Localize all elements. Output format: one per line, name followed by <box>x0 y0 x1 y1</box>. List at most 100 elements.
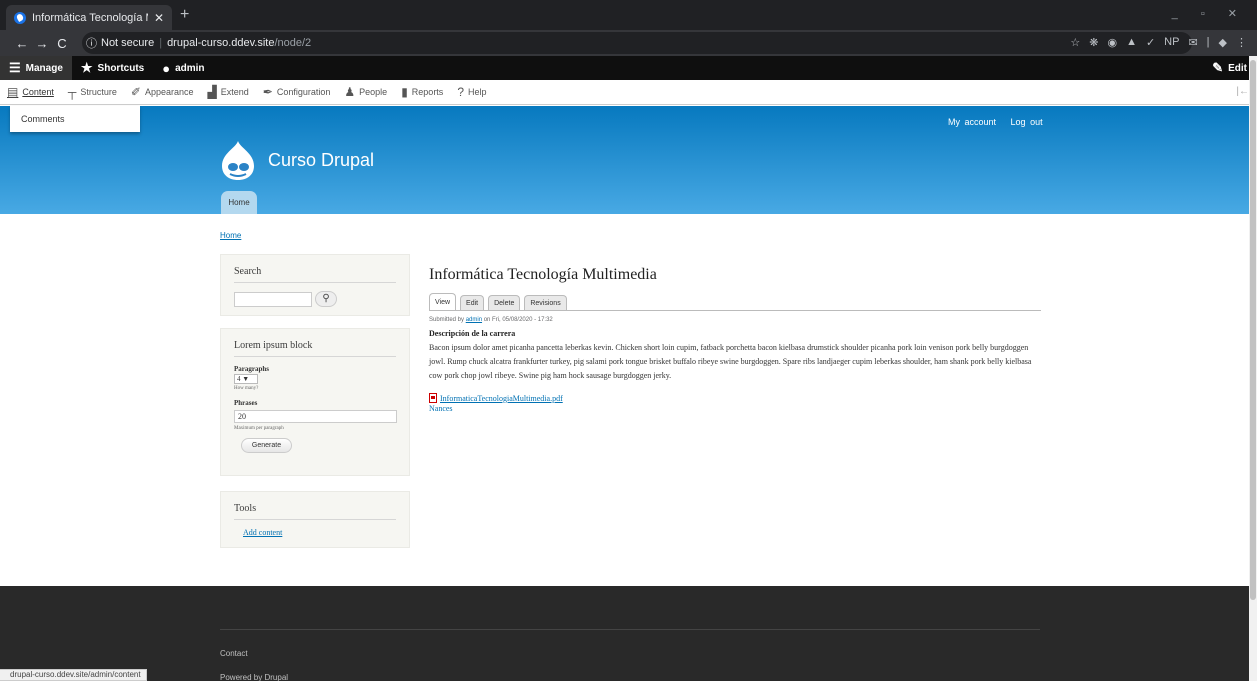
forward-button[interactable]: → <box>32 36 52 51</box>
url-host: drupal-curso.ddev.site <box>167 37 275 49</box>
extension-icon[interactable]: ❋ <box>1089 36 1098 49</box>
search-icon[interactable]: ⚲ <box>315 291 337 307</box>
reports-icon: ▮ <box>401 85 408 99</box>
toolbar-shortcuts[interactable]: ★ Shortcuts <box>72 56 153 80</box>
submitted-prefix: Submitted by <box>429 317 465 323</box>
tab-edit[interactable]: Edit <box>460 295 485 310</box>
main-content: Informática Tecnología Multimedia View E… <box>429 266 1041 413</box>
file-attachment[interactable]: InformaticaTecnologiaMultimedia.pdf <box>429 393 1041 403</box>
phrases-label: Phrases <box>234 399 258 407</box>
tray-orientation-toggle[interactable]: |← <box>1236 86 1249 97</box>
extension-icon[interactable]: ✓ <box>1146 36 1155 49</box>
paragraphs-select[interactable]: 4 ▼ <box>234 374 258 384</box>
address-bar[interactable]: ⓘ Not secure | drupal-curso.ddev.site /n… <box>82 32 1192 54</box>
page-title: Informática Tecnología Multimedia <box>429 266 657 283</box>
breadcrumb[interactable]: Home <box>220 231 241 240</box>
menu-icon[interactable]: ⋮ <box>1236 36 1247 49</box>
author-link[interactable]: admin <box>466 317 482 323</box>
extension-icons: ☆ ❋ ◉ ▲ ✓ NP ✉ | ◆ ⋮ <box>1070 36 1247 49</box>
taxonomy-tag-link[interactable]: Nances <box>429 404 1041 413</box>
menu-icon: ☰ <box>9 60 21 75</box>
page-scrollbar[interactable] <box>1249 56 1257 681</box>
phrases-input[interactable]: 20 <box>234 410 397 423</box>
toolbar-divider: | <box>1206 36 1210 48</box>
tab-close-icon[interactable]: ✕ <box>154 11 164 25</box>
footer-divider <box>220 629 1040 630</box>
content-dropdown: Comments <box>10 106 140 132</box>
powered-by: Powered by Drupal <box>220 673 288 681</box>
tray-people[interactable]: ♟ People <box>337 80 394 105</box>
pencil-icon: ✎ <box>1212 60 1224 75</box>
tray-configuration[interactable]: ✒ Configuration <box>256 80 338 105</box>
tray-people-label: People <box>359 87 388 97</box>
browser-toolbar: ← → C ⓘ Not secure | drupal-curso.ddev.s… <box>0 30 1257 56</box>
lorem-block-title: Lorem ipsum block <box>234 340 396 357</box>
paragraphs-description: How many? <box>234 386 259 391</box>
tray-content[interactable]: ▤ Content <box>0 80 61 105</box>
tray-structure[interactable]: ┬ Structure <box>61 80 124 105</box>
dropdown-item-comments[interactable]: Comments <box>21 114 65 124</box>
new-tab-button[interactable]: + <box>180 6 189 24</box>
site-name[interactable]: Curso Drupal <box>268 150 374 171</box>
toolbar-user[interactable]: ● admin <box>153 56 213 80</box>
back-button[interactable]: ← <box>12 36 32 51</box>
scrollbar-thumb[interactable] <box>1250 60 1256 600</box>
tools-block: Tools Add content <box>220 491 410 548</box>
admin-tray: ▤ Content ┬ Structure ✐ Appearance ▟ Ext… <box>0 80 1257 105</box>
toolbar-edit[interactable]: ✎ Edit <box>1212 56 1247 80</box>
toolbar-edit-label: Edit <box>1228 62 1247 74</box>
extension-icon[interactable]: ▲ <box>1126 36 1137 49</box>
local-tasks: View Edit Delete Revisions <box>429 293 1041 311</box>
browser-tab[interactable]: Informática Tecnología Multim ✕ <box>6 5 172 30</box>
extension-icon[interactable]: ✉ <box>1188 36 1197 49</box>
my-account-link[interactable]: My account <box>948 117 996 127</box>
reload-button[interactable]: C <box>52 36 72 51</box>
tray-extend[interactable]: ▟ Extend <box>201 80 256 105</box>
extension-icon[interactable]: NP <box>1164 36 1179 49</box>
paragraphs-label: Paragraphs <box>234 365 269 373</box>
tray-appearance[interactable]: ✐ Appearance <box>124 80 201 105</box>
tray-appearance-label: Appearance <box>144 87 194 97</box>
help-icon: ? <box>457 85 464 99</box>
generate-button[interactable]: Generate <box>241 438 292 453</box>
link-status-bar: drupal-curso.ddev.site/admin/content <box>0 669 147 681</box>
tab-delete[interactable]: Delete <box>488 295 521 310</box>
drupal-logo-icon[interactable] <box>220 139 256 181</box>
bookmark-star-icon[interactable]: ☆ <box>1070 36 1080 49</box>
content-icon: ▤ <box>7 85 19 99</box>
tray-reports-label: Reports <box>411 87 444 97</box>
star-icon: ★ <box>80 60 93 75</box>
structure-icon: ┬ <box>67 85 77 99</box>
camera-icon[interactable]: ◉ <box>1107 36 1117 49</box>
tray-structure-label: Structure <box>80 87 117 97</box>
file-link[interactable]: InformaticaTecnologiaMultimedia.pdf <box>440 394 563 403</box>
add-content-link[interactable]: Add content <box>243 528 396 537</box>
tab-revisions[interactable]: Revisions <box>524 295 567 310</box>
tab-view[interactable]: View <box>429 293 457 310</box>
tray-help-label: Help <box>468 87 487 97</box>
tray-extend-label: Extend <box>220 87 249 97</box>
log-out-link[interactable]: Log out <box>1011 117 1043 127</box>
people-icon: ♟ <box>344 85 356 99</box>
lorem-ipsum-block: Lorem ipsum block Paragraphs 4 ▼ How man… <box>220 328 410 476</box>
window-controls[interactable]: _ ▫ ✕ <box>1172 7 1247 20</box>
tray-help[interactable]: ? Help <box>450 80 493 105</box>
submitted-date: on Fri, 05/08/2020 - 17:32 <box>483 317 553 323</box>
profile-icon[interactable]: ◆ <box>1219 36 1227 49</box>
drupal-link[interactable]: Drupal <box>264 673 288 681</box>
tab-title: Informática Tecnología Multim <box>32 11 148 24</box>
drupal-favicon-icon <box>14 11 26 24</box>
info-icon[interactable]: ⓘ <box>86 35 97 51</box>
phrases-description: Maximum per paragraph <box>234 426 284 431</box>
toolbar-shortcuts-label: Shortcuts <box>97 62 145 74</box>
site-header: My account Log out Curso Drupal Home <box>0 106 1249 214</box>
toolbar-manage-label: Manage <box>25 62 63 74</box>
toolbar-manage[interactable]: ☰ Manage <box>0 56 72 80</box>
search-input[interactable] <box>234 291 312 307</box>
url-path: /node/2 <box>274 37 312 49</box>
submitted-info: Submitted by admin on Fri, 05/08/2020 - … <box>429 317 1041 323</box>
wrench-icon: ✒ <box>262 85 273 99</box>
tray-reports[interactable]: ▮ Reports <box>394 80 450 105</box>
contact-link[interactable]: Contact <box>220 649 248 658</box>
main-menu-home-tab[interactable]: Home <box>221 191 257 214</box>
